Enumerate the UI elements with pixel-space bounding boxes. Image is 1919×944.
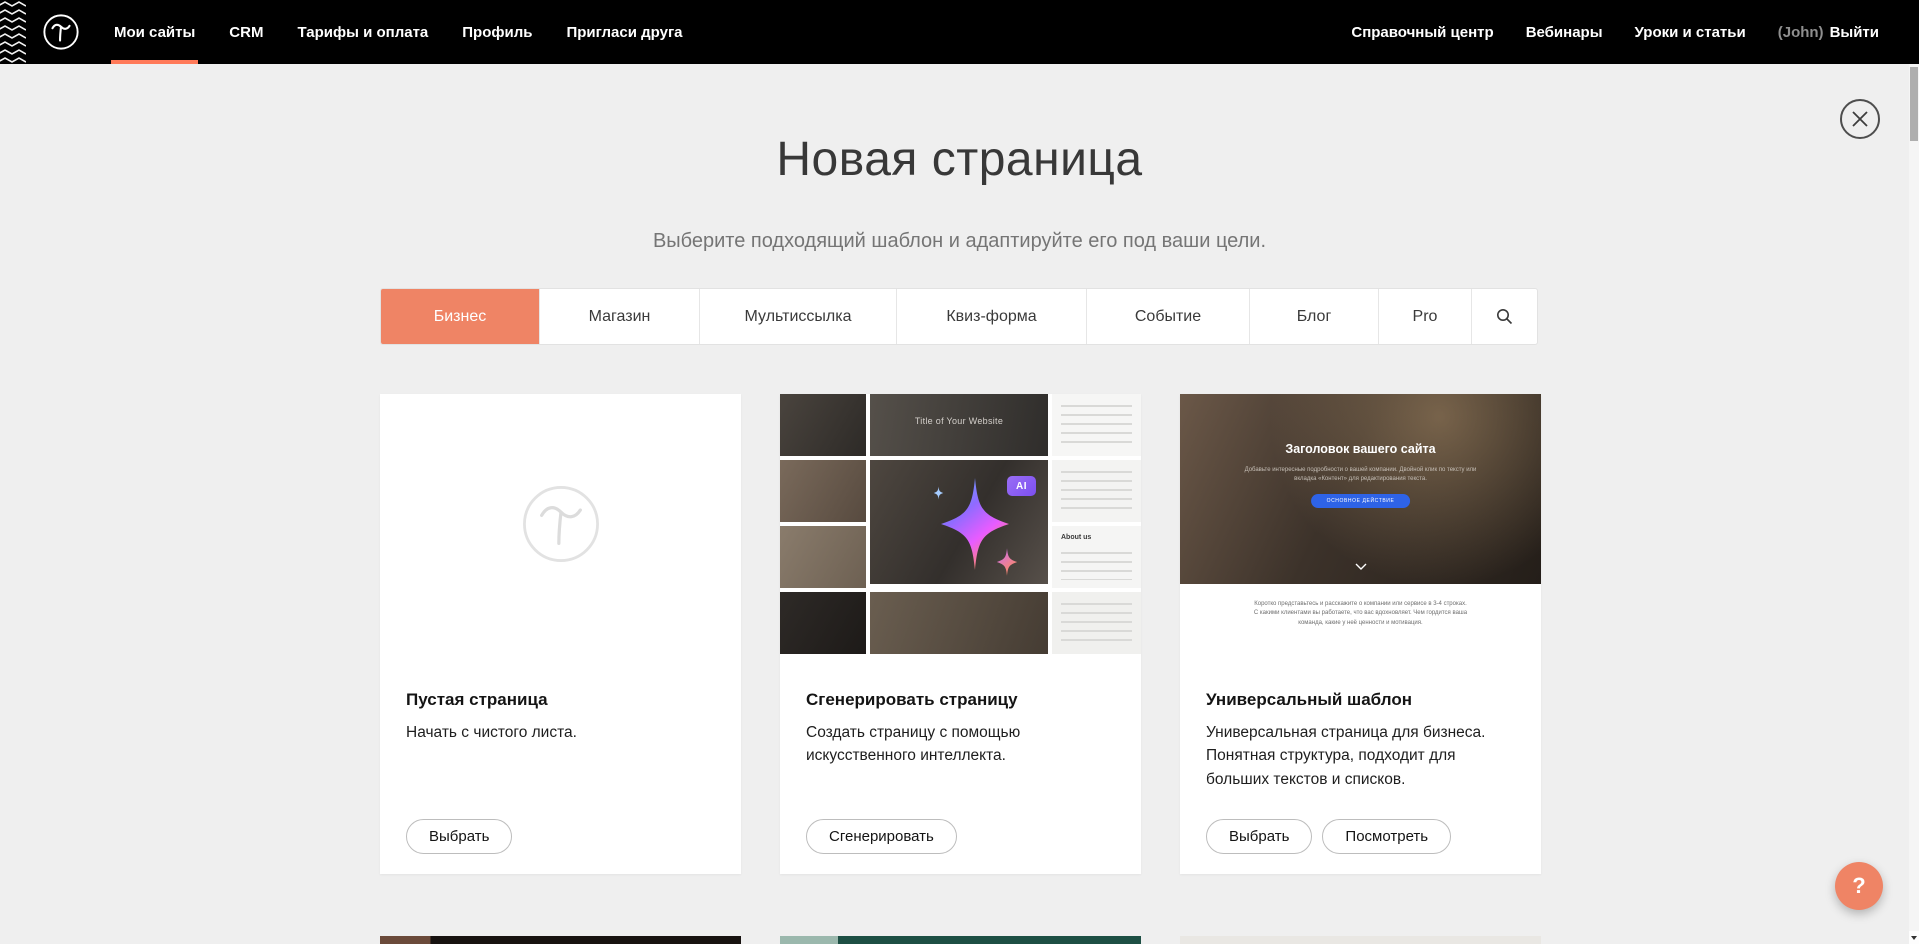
template-cards-grid-row2	[380, 936, 1541, 944]
card-title: Универсальный шаблон	[1206, 690, 1515, 710]
primary-nav: Мои сайты CRM Тарифы и оплата Профиль Пр…	[114, 0, 683, 64]
card-description: Создать страницу с помощью искусственног…	[806, 721, 1115, 768]
page-title: Новая страница	[0, 132, 1919, 187]
template-hero: Заголовок вашего сайта Добавьте интересн…	[1180, 394, 1541, 584]
ai-sparkle-small-icon	[993, 547, 1021, 577]
user-name: (John)	[1778, 24, 1824, 41]
collage-photo-tile	[780, 592, 866, 654]
collage-about-tile: About us	[1052, 526, 1141, 588]
close-button[interactable]	[1840, 99, 1880, 139]
tab-blog[interactable]: Блог	[1249, 289, 1378, 344]
top-navbar: Мои сайты CRM Тарифы и оплата Профиль Пр…	[0, 0, 1919, 64]
card-title: Сгенерировать страницу	[806, 690, 1115, 710]
collage-photo-tile	[780, 460, 866, 522]
collage-doc-tile	[1052, 394, 1141, 456]
template-card-partial	[380, 936, 741, 944]
nav-invite-friend[interactable]: Пригласи друга	[566, 0, 682, 64]
template-cta-button: Основное действие	[1311, 494, 1411, 508]
tab-shop[interactable]: Магазин	[539, 289, 699, 344]
collage-doc-tile	[1052, 592, 1141, 654]
tab-business[interactable]: Бизнес	[381, 289, 539, 344]
collage-photo-tile	[780, 526, 866, 588]
generate-button[interactable]: Сгенерировать	[806, 819, 957, 854]
about-us-label: About us	[1061, 534, 1091, 541]
zigzag-decoration	[0, 0, 26, 64]
scrollbar-down-arrow[interactable]	[1909, 931, 1919, 944]
ai-collage-preview: Title of Your Website About us	[780, 394, 1141, 654]
chevron-down-icon	[1355, 563, 1367, 570]
card-description: Универсальная страница для бизнеса. Поня…	[1206, 721, 1515, 791]
vertical-scrollbar	[1909, 64, 1919, 944]
choose-blank-button[interactable]: Выбрать	[406, 819, 512, 854]
card-description: Начать с чистого листа.	[406, 721, 715, 744]
template-body-text: Коротко представьтесь и расскажите о ком…	[1252, 600, 1470, 628]
close-icon	[1851, 110, 1869, 128]
blank-page-preview	[380, 394, 741, 654]
preview-universal-button[interactable]: Посмотреть	[1322, 819, 1451, 854]
card-ai-generate: Title of Your Website About us	[780, 394, 1141, 874]
scrollbar-thumb[interactable]	[1910, 67, 1918, 141]
search-icon	[1496, 308, 1513, 325]
template-card-partial	[780, 936, 1141, 944]
nav-pricing[interactable]: Тарифы и оплата	[297, 0, 428, 64]
nav-profile[interactable]: Профиль	[462, 0, 532, 64]
secondary-nav: Справочный центр Вебинары Уроки и статьи…	[1351, 0, 1919, 64]
tab-quiz-form[interactable]: Квиз-форма	[896, 289, 1086, 344]
template-cards-grid: Пустая страница Начать с чистого листа. …	[380, 394, 1541, 874]
tab-pro[interactable]: Pro	[1378, 289, 1471, 344]
card-title: Пустая страница	[406, 690, 715, 710]
collage-doc-tile	[1052, 460, 1141, 522]
collage-banner-tile: Title of Your Website	[870, 394, 1048, 456]
universal-template-preview: Заголовок вашего сайта Добавьте интересн…	[1180, 394, 1541, 654]
choose-universal-button[interactable]: Выбрать	[1206, 819, 1312, 854]
nav-my-sites[interactable]: Мои сайты	[114, 0, 195, 64]
ai-badge: AI	[1007, 476, 1036, 496]
tab-search[interactable]	[1471, 289, 1537, 344]
nav-tutorials[interactable]: Уроки и статьи	[1635, 0, 1746, 64]
tab-multilink[interactable]: Мультиссылка	[699, 289, 896, 344]
nav-webinars[interactable]: Вебинары	[1526, 0, 1603, 64]
help-floating-button[interactable]: ?	[1835, 862, 1883, 910]
template-card-partial	[1180, 936, 1541, 944]
collage-photo-tile	[870, 592, 1048, 654]
card-blank-page: Пустая страница Начать с чистого листа. …	[380, 394, 741, 874]
collage-photo-tile	[780, 394, 866, 456]
template-hero-subtitle: Добавьте интересные подробности о вашей …	[1236, 466, 1486, 485]
nav-crm[interactable]: CRM	[229, 0, 263, 64]
template-body-section: Коротко представьтесь и расскажите о ком…	[1180, 584, 1541, 654]
template-category-tabs: Бизнес Магазин Мультиссылка Квиз-форма С…	[380, 288, 1538, 345]
page-subtitle: Выберите подходящий шаблон и адаптируйте…	[0, 230, 1919, 253]
logout-link[interactable]: Выйти	[1830, 24, 1879, 41]
tilda-watermark-icon	[518, 481, 604, 567]
template-hero-title: Заголовок вашего сайта	[1180, 442, 1541, 456]
card-universal-template: Заголовок вашего сайта Добавьте интересн…	[1180, 394, 1541, 874]
ai-sparkle-tiny-icon	[932, 486, 945, 500]
tilda-logo-icon[interactable]	[42, 13, 80, 51]
tab-event[interactable]: Событие	[1086, 289, 1249, 344]
user-logout[interactable]: (John) Выйти	[1778, 0, 1879, 64]
collage-site-title: Title of Your Website	[870, 416, 1048, 426]
nav-help-center[interactable]: Справочный центр	[1351, 0, 1493, 64]
